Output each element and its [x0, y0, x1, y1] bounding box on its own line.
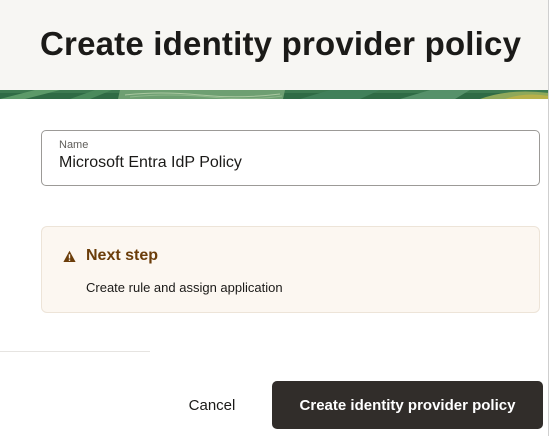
create-policy-dialog: Create identity provider policy Name Mic… — [0, 0, 549, 436]
create-policy-button[interactable]: Create identity provider policy — [272, 381, 543, 429]
name-field-value[interactable]: Microsoft Entra IdP Policy — [59, 152, 539, 174]
dialog-footer: Cancel Create identity provider policy — [0, 353, 548, 436]
section-divider — [0, 351, 150, 352]
next-step-notice: Next step Create rule and assign applica… — [41, 226, 540, 313]
dialog-header: Create identity provider policy — [0, 0, 548, 90]
name-field-label: Name — [59, 139, 89, 151]
decorative-banner — [0, 90, 548, 99]
notice-title: Next step — [86, 247, 159, 264]
name-field[interactable]: Name Microsoft Entra IdP Policy — [41, 130, 540, 186]
warning-triangle-icon — [63, 250, 76, 262]
banner-pattern-image — [0, 90, 548, 99]
notice-text: Create rule and assign application — [86, 280, 283, 295]
dialog-title: Create identity provider policy — [40, 25, 522, 62]
cancel-button[interactable]: Cancel — [171, 381, 253, 429]
